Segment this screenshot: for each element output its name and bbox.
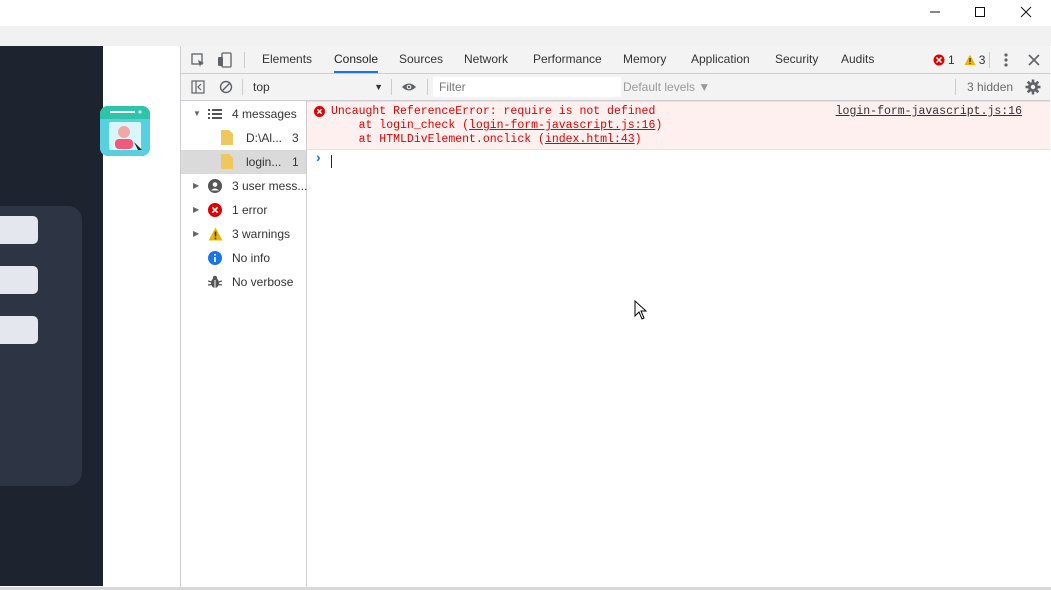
- console-toolbar: top ▼ Default levels ▼ 3 hidden: [181, 74, 1050, 101]
- sidebar-item-count: 3: [292, 131, 299, 145]
- login-card: [0, 206, 82, 486]
- login-button[interactable]: [0, 316, 38, 344]
- sidebar-item-label: D:\Al...: [246, 131, 283, 145]
- tab-network[interactable]: Network: [464, 46, 508, 73]
- close-icon[interactable]: [1003, 0, 1049, 24]
- login-field-1[interactable]: [0, 216, 38, 244]
- tab-console[interactable]: Console: [334, 46, 379, 73]
- stack-link-login-form[interactable]: login-form-javascript.js:16: [469, 119, 655, 132]
- warning-count: 3: [978, 53, 986, 67]
- stack-link-index[interactable]: index.html:43: [545, 133, 635, 146]
- page-dark-panel: [0, 46, 103, 586]
- error-icon: [208, 203, 222, 217]
- log-levels-dropdown[interactable]: Default levels ▼: [623, 80, 710, 94]
- file-icon: [221, 130, 233, 145]
- context-value: top: [253, 80, 270, 94]
- collapsed-arrow-icon: ▶: [193, 229, 200, 238]
- sidebar-item-label: 1 error: [232, 203, 268, 217]
- console-settings-gear-icon[interactable]: [1023, 77, 1043, 97]
- tabbar-divider-2: [989, 52, 990, 68]
- console-input-caret[interactable]: [331, 155, 332, 168]
- show-sidebar-icon[interactable]: [188, 77, 208, 97]
- filter-input[interactable]: [433, 77, 621, 97]
- sidebar-item-info[interactable]: No info: [181, 246, 306, 270]
- more-options-icon[interactable]: [996, 50, 1016, 70]
- error-count-icon: [933, 54, 945, 66]
- tab-sources[interactable]: Sources: [399, 46, 443, 73]
- close-devtools-icon[interactable]: [1024, 50, 1044, 70]
- sidebar-item-count: 1: [292, 155, 299, 169]
- device-toolbar-icon[interactable]: [215, 50, 235, 70]
- tab-memory[interactable]: Memory: [623, 46, 666, 73]
- console-prompt-icon: ›: [316, 149, 321, 165]
- clear-console-icon[interactable]: [216, 77, 236, 97]
- window-titlebar: [0, 0, 1051, 26]
- inspect-element-icon[interactable]: [188, 50, 208, 70]
- login-field-2[interactable]: [0, 266, 38, 294]
- stack-prefix: at HTMLDivElement.onclick (: [331, 133, 545, 146]
- toolbar-divider-2: [391, 79, 392, 95]
- minimize-icon[interactable]: [912, 0, 958, 24]
- eye-icon[interactable]: [399, 77, 419, 97]
- chevron-down-icon: ▼: [374, 82, 383, 92]
- expanded-arrow-icon: ▼: [193, 109, 201, 118]
- collapsed-arrow-icon: ▶: [193, 205, 200, 214]
- sidebar-item-label: No verbose: [232, 275, 294, 289]
- stack-suffix: ): [634, 133, 642, 146]
- tab-elements[interactable]: Elements: [262, 46, 312, 73]
- info-icon: [208, 251, 222, 265]
- hidden-count: 3 hidden: [967, 80, 1014, 94]
- context-selector[interactable]: top ▼: [247, 77, 383, 97]
- issue-counter[interactable]: 1 3: [933, 53, 985, 67]
- error-stack-line1: at login_check (login-form-javascript.js…: [331, 119, 663, 132]
- collapsed-arrow-icon: ▶: [193, 181, 200, 190]
- sidebar-item-errors[interactable]: ▶ 1 error: [181, 198, 306, 222]
- sidebar-item-file-dal[interactable]: D:\Al... 3: [181, 126, 306, 150]
- tab-application[interactable]: Application: [691, 46, 750, 73]
- toolbar-divider-4: [955, 79, 956, 95]
- tabbar-divider: [244, 52, 245, 68]
- error-text-line1: Uncaught ReferenceError: require is not …: [331, 105, 656, 118]
- file-icon: [221, 154, 233, 169]
- tab-security[interactable]: Security: [775, 46, 818, 73]
- sidebar-item-file-login[interactable]: login... 1: [181, 150, 306, 174]
- sidebar-item-user-messages[interactable]: ▶ 3 user mess...: [181, 174, 308, 198]
- user-icon: [208, 179, 222, 193]
- sidebar-item-messages[interactable]: ▼ 4 messages: [181, 102, 306, 126]
- warning-count-icon: [964, 54, 976, 65]
- toolbar-divider-1: [242, 79, 243, 95]
- sidebar-item-label: No info: [232, 251, 271, 265]
- sidebar-item-verbose[interactable]: No verbose: [181, 270, 306, 294]
- mouse-cursor-icon: [634, 300, 648, 320]
- devtools-panel: Elements Console Sources Network Perform…: [180, 46, 1050, 587]
- console-sidebar: ▼ 4 messages D:\Al... 3 login... 1 ▶ 3 u…: [181, 101, 307, 587]
- web-page: [0, 46, 180, 586]
- bug-icon: [208, 275, 222, 288]
- sidebar-item-warnings[interactable]: ▶ 3 warnings: [181, 222, 306, 246]
- stack-suffix: ): [655, 119, 663, 132]
- error-icon: [314, 106, 325, 117]
- tab-audits[interactable]: Audits: [841, 46, 874, 73]
- toolbar-divider-3: [427, 79, 428, 95]
- maximize-icon[interactable]: [957, 0, 1003, 24]
- sidebar-item-label: login...: [246, 155, 282, 169]
- console-output[interactable]: Uncaught ReferenceError: require is not …: [307, 101, 1050, 587]
- devtools-tabbar: Elements Console Sources Network Perform…: [181, 46, 1050, 74]
- warning-icon: [208, 227, 223, 241]
- error-source-link[interactable]: login-form-javascript.js:16: [836, 105, 1022, 118]
- console-error-message: Uncaught ReferenceError: require is not …: [307, 101, 1050, 150]
- sidebar-item-label: 3 user mess...: [232, 179, 308, 193]
- sidebar-item-label: 3 warnings: [232, 227, 291, 241]
- list-icon: [208, 109, 222, 119]
- app-logo: [100, 106, 150, 156]
- error-stack-line2: at HTMLDivElement.onclick (index.html:43…: [331, 133, 642, 146]
- browser-strip: [0, 26, 1051, 46]
- stack-prefix: at login_check (: [331, 119, 470, 132]
- tab-performance[interactable]: Performance: [533, 46, 602, 73]
- error-count: 1: [948, 53, 955, 67]
- sidebar-item-label: 4 messages: [232, 107, 297, 121]
